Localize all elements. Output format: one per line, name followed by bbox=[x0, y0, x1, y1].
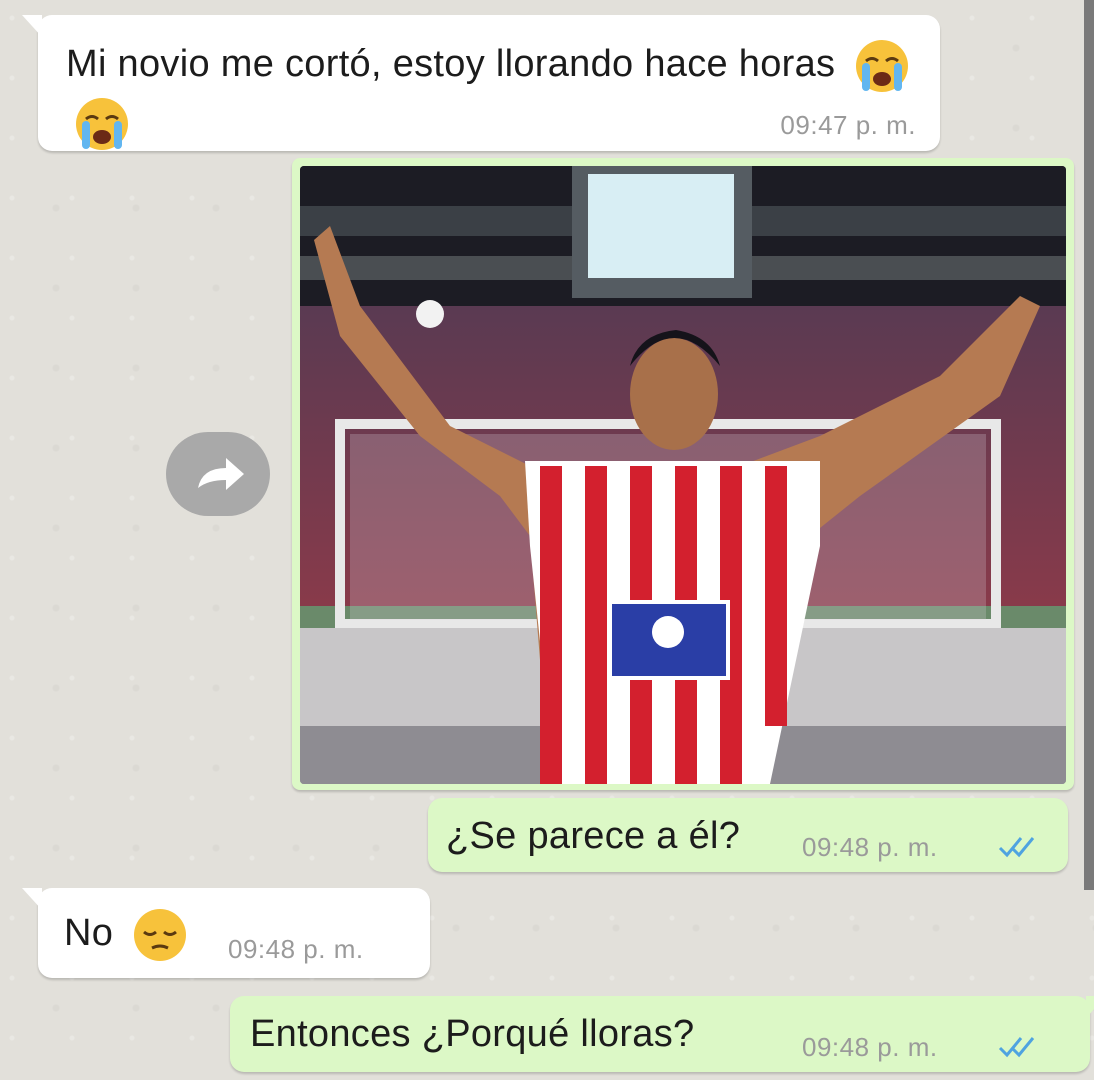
message-timestamp: 09:48 p. m. bbox=[228, 934, 364, 964]
message-text: ¿Se parece a él? bbox=[446, 815, 741, 857]
message-incoming[interactable]: Mi novio me cortó, estoy llorando hace h… bbox=[22, 15, 940, 151]
message-text: No bbox=[64, 906, 192, 964]
double-check-icon bbox=[998, 837, 1035, 858]
loudly-crying-face-icon bbox=[856, 40, 909, 92]
scrollbar[interactable] bbox=[1084, 0, 1094, 890]
pensive-face-icon bbox=[134, 909, 187, 961]
bubble-tail bbox=[22, 888, 42, 910]
double-check-icon bbox=[998, 1037, 1035, 1058]
message-text-content: Mi novio me cortó, estoy llorando hace h… bbox=[66, 43, 836, 86]
message-timestamp: 09:47 p. m. bbox=[780, 110, 916, 140]
bubble-tail bbox=[1086, 996, 1094, 1018]
message-timestamp: 09:48 p. m. bbox=[802, 1032, 938, 1062]
bubble-tail bbox=[22, 15, 42, 37]
message-outgoing[interactable]: ¿Se parece a él? 09:48 p. m. bbox=[428, 798, 1068, 872]
photo-illustration bbox=[300, 166, 1066, 784]
message-text: Entonces ¿Porqué lloras? bbox=[250, 1013, 695, 1055]
message-image-outgoing[interactable] bbox=[292, 158, 1074, 790]
message-outgoing[interactable]: Entonces ¿Porqué lloras? 09:48 p. m. bbox=[230, 996, 1094, 1072]
loudly-crying-face-icon bbox=[76, 98, 128, 150]
message-incoming[interactable]: No 09:48 p. m. bbox=[22, 888, 430, 978]
message-timestamp: 09:48 p. m. bbox=[802, 832, 938, 862]
forward-button[interactable] bbox=[166, 432, 270, 516]
football-player-photo[interactable] bbox=[300, 166, 1066, 784]
message-text-content: No bbox=[64, 912, 114, 955]
forward-arrow-icon bbox=[198, 458, 244, 490]
